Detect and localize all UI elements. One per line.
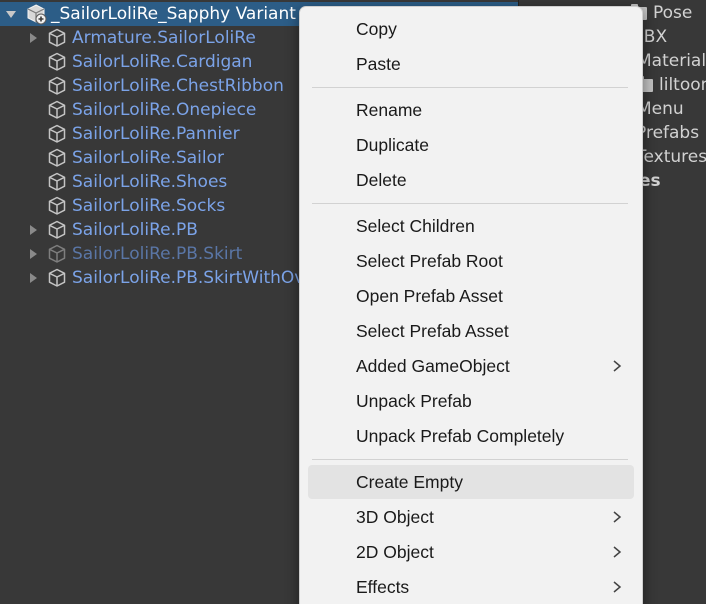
expand-arrow-right-icon[interactable] <box>26 271 40 285</box>
menu-item-unpack-prefab-completely[interactable]: Unpack Prefab Completely <box>308 419 634 453</box>
menu-item-label: Create Empty <box>356 471 463 492</box>
prefab-cube-icon <box>46 219 68 241</box>
project-item[interactable]: liltoon <box>637 73 706 97</box>
menu-item-delete[interactable]: Delete <box>308 163 634 197</box>
menu-item-effects[interactable]: Effects <box>308 570 634 604</box>
menu-item-unpack-prefab[interactable]: Unpack Prefab <box>308 384 634 418</box>
hierarchy-row-label: SailorLoliRe.Pannier <box>72 124 240 144</box>
menu-item-paste[interactable]: Paste <box>308 47 634 81</box>
menu-item-select-children[interactable]: Select Children <box>308 209 634 243</box>
menu-item-2d-object[interactable]: 2D Object <box>308 535 634 569</box>
menu-item-rename[interactable]: Rename <box>308 93 634 127</box>
menu-item-label: Select Prefab Asset <box>356 320 509 341</box>
project-item-label: liltoon <box>659 75 706 95</box>
project-item-label: Pose <box>653 3 693 23</box>
project-item-label: Material <box>637 51 706 71</box>
menu-item-label: Paste <box>356 53 401 74</box>
menu-item-label: Added GameObject <box>356 355 510 376</box>
menu-item-label: Rename <box>356 99 423 120</box>
menu-item-label: Select Prefab Root <box>356 250 503 271</box>
prefab-variant-icon <box>25 3 47 25</box>
project-item-label: Prefabs <box>636 123 700 143</box>
menu-separator <box>312 87 628 88</box>
expand-arrow-right-icon[interactable] <box>26 31 40 45</box>
prefab-cube-icon <box>46 75 68 97</box>
project-item[interactable]: Menu <box>637 97 706 121</box>
project-item[interactable]: Textures <box>636 145 706 169</box>
menu-item-label: 3D Object <box>356 506 434 527</box>
menu-item-3d-object[interactable]: 3D Object <box>308 500 634 534</box>
menu-item-open-prefab-asset[interactable]: Open Prefab Asset <box>308 279 634 313</box>
hierarchy-row-label: SailorLoliRe.Onepiece <box>72 100 257 120</box>
chevron-right-icon <box>612 580 622 594</box>
menu-item-label: Copy <box>356 18 397 39</box>
project-item[interactable]: Prefabs <box>636 121 706 145</box>
expand-arrow-right-icon[interactable] <box>26 223 40 237</box>
menu-item-copy[interactable]: Copy <box>308 12 634 46</box>
hierarchy-root-label: _SailorLoliRe_Sapphy Variant <box>51 4 296 24</box>
expand-arrow-down-icon[interactable] <box>4 7 18 21</box>
prefab-cube-icon <box>46 195 68 217</box>
menu-item-select-prefab-root[interactable]: Select Prefab Root <box>308 244 634 278</box>
hierarchy-row-label: Armature.SailorLoliRe <box>72 28 256 48</box>
chevron-right-icon <box>612 359 622 373</box>
unity-editor: _SailorLoliRe_Sapphy Variant Armature.Sa… <box>0 0 706 604</box>
menu-item-added-gameobject[interactable]: Added GameObject <box>308 349 634 383</box>
project-item[interactable]: FBX <box>634 25 706 49</box>
prefab-cube-icon <box>46 123 68 145</box>
context-menu: Copy Paste Rename Duplicate Delete Select Chi… <box>299 6 643 604</box>
prefab-cube-icon <box>46 51 68 73</box>
menu-item-select-prefab-asset[interactable]: Select Prefab Asset <box>308 314 634 348</box>
hierarchy-row-label: SailorLoliRe.Sailor <box>72 148 225 168</box>
prefab-cube-icon <box>46 27 68 49</box>
hierarchy-row-label: SailorLoliRe.ChestRibbon <box>72 76 284 96</box>
prefab-cube-icon <box>46 99 68 121</box>
chevron-right-icon <box>612 510 622 524</box>
menu-item-create-empty[interactable]: Create Empty <box>308 465 634 499</box>
menu-item-label: Unpack Prefab <box>356 390 472 411</box>
prefab-cube-icon <box>46 147 68 169</box>
menu-item-label: Select Children <box>356 215 475 236</box>
prefab-cube-icon <box>46 243 68 265</box>
project-item[interactable]: es <box>639 169 706 193</box>
chevron-right-icon <box>612 545 622 559</box>
menu-item-label: Effects <box>356 576 410 597</box>
hierarchy-row-label: SailorLoliRe.Shoes <box>72 172 228 192</box>
hierarchy-row-label: SailorLoliRe.Cardigan <box>72 52 253 72</box>
project-item[interactable]: Material <box>637 49 706 73</box>
project-item-label: Textures <box>636 147 706 167</box>
menu-item-label: Unpack Prefab Completely <box>356 425 565 446</box>
hierarchy-row-label: SailorLoliRe.PB <box>72 220 198 240</box>
menu-item-label: 2D Object <box>356 541 434 562</box>
menu-item-label: Delete <box>356 169 407 190</box>
expand-arrow-right-icon[interactable] <box>26 247 40 261</box>
hierarchy-row-label: SailorLoliRe.Socks <box>72 196 226 216</box>
menu-separator <box>312 459 628 460</box>
hierarchy-row-label: SailorLoliRe.PB.Skirt <box>72 244 243 264</box>
prefab-cube-icon <box>46 267 68 289</box>
prefab-cube-icon <box>46 171 68 193</box>
menu-separator <box>312 203 628 204</box>
menu-item-label: Duplicate <box>356 134 429 155</box>
menu-item-label: Open Prefab Asset <box>356 285 503 306</box>
menu-item-duplicate[interactable]: Duplicate <box>308 128 634 162</box>
project-item-label: Menu <box>637 99 684 119</box>
